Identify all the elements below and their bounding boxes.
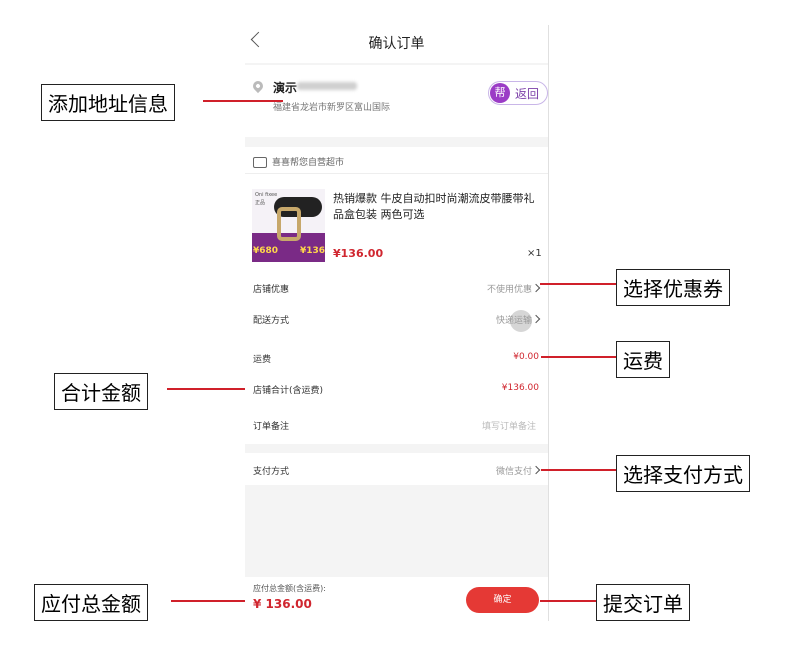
order-options: 店铺优惠 不使用优惠 配送方式 快递运输 运费 ¥0.00 店铺合计(含运费) …	[245, 272, 548, 444]
leader-line	[541, 356, 616, 358]
subtotal-row-label: 店铺合计(含运费)	[253, 386, 324, 396]
address-detail: 福建省龙岩市新罗区富山国际	[273, 103, 391, 113]
chevron-right-icon[interactable]	[531, 283, 541, 293]
thumbnail-price-new: ¥136	[300, 246, 325, 256]
chevron-right-icon[interactable]	[531, 314, 541, 324]
thumbnail-price-old: ¥680	[253, 246, 279, 256]
confirm-button[interactable]: 确定	[466, 587, 539, 613]
callout-submit-order: 提交订单	[596, 584, 690, 621]
shipping-fee-value: ¥0.00	[513, 352, 539, 362]
total-value: ¥ 136.00	[253, 597, 312, 611]
leader-line	[540, 283, 616, 285]
callout-total-payable: 应付总金额	[34, 584, 148, 621]
product-title[interactable]: 热销爆款 牛皮自动扣时尚潮流皮带腰带礼品盒包装 两色可选	[333, 191, 538, 223]
callout-select-coupon: 选择优惠券	[616, 269, 730, 306]
page-title: 确认订单	[368, 36, 425, 52]
thumbnail-tag: 正品	[255, 200, 266, 206]
delivery-row-label: 配送方式	[253, 316, 290, 326]
store-name: 喜喜帮您自营超市	[272, 158, 345, 168]
address-name: 演示	[273, 81, 298, 95]
remark-row-label: 订单备注	[253, 422, 290, 432]
address-section[interactable]: 演示 福建省龙岩市新罗区富山国际 帮 返回	[245, 65, 548, 137]
phone-screen: 确认订单 演示 福建省龙岩市新罗区富山国际 帮 返回 喜喜帮您自营超市 Oni …	[245, 25, 549, 621]
shipping-row-label: 运费	[253, 355, 272, 365]
footer-bar: 应付总金额(含运费): ¥ 136.00 确定	[245, 577, 548, 621]
store-icon	[253, 157, 267, 168]
buckle-image	[277, 207, 301, 241]
callout-subtotal: 合计金额	[54, 373, 148, 410]
payment-section[interactable]: 支付方式 微信支付	[245, 453, 548, 485]
location-pin-icon	[250, 78, 266, 94]
product-quantity: ×1	[527, 248, 542, 259]
leader-line	[541, 469, 616, 471]
leader-line	[167, 388, 245, 390]
help-back-button[interactable]: 帮 返回	[488, 81, 548, 105]
payment-row-label: 支付方式	[253, 467, 290, 477]
callout-select-payment: 选择支付方式	[616, 455, 750, 492]
callout-shipping-fee: 运费	[616, 341, 670, 378]
leader-line	[171, 600, 245, 602]
remark-input[interactable]: 填写订单备注	[482, 419, 536, 432]
thumbnail-brand: Oni fixee	[255, 192, 278, 198]
help-back-label: 返回	[515, 87, 540, 101]
coupon-row-label: 店铺优惠	[253, 285, 290, 295]
address-phone-redacted	[297, 82, 357, 90]
nav-bar: 确认订单	[245, 25, 548, 63]
delivery-selector[interactable]: 快递运输	[496, 313, 532, 326]
subtotal-value: ¥136.00	[501, 383, 539, 393]
callout-add-address: 添加地址信息	[41, 84, 175, 121]
leader-line	[203, 100, 283, 102]
help-icon: 帮	[490, 83, 510, 103]
product-price: ¥136.00	[333, 247, 384, 260]
divider	[245, 173, 548, 174]
leader-line	[540, 600, 596, 602]
coupon-selector[interactable]: 不使用优惠	[487, 282, 532, 295]
total-label: 应付总金额(含运费):	[253, 584, 326, 593]
product-thumbnail[interactable]: Oni fixee 正品 ¥680 ¥136	[252, 189, 325, 262]
store-section: 喜喜帮您自营超市 Oni fixee 正品 ¥680 ¥136 热销爆款 牛皮自…	[245, 147, 548, 272]
chevron-right-icon[interactable]	[531, 465, 541, 475]
payment-selector[interactable]: 微信支付	[496, 464, 532, 477]
